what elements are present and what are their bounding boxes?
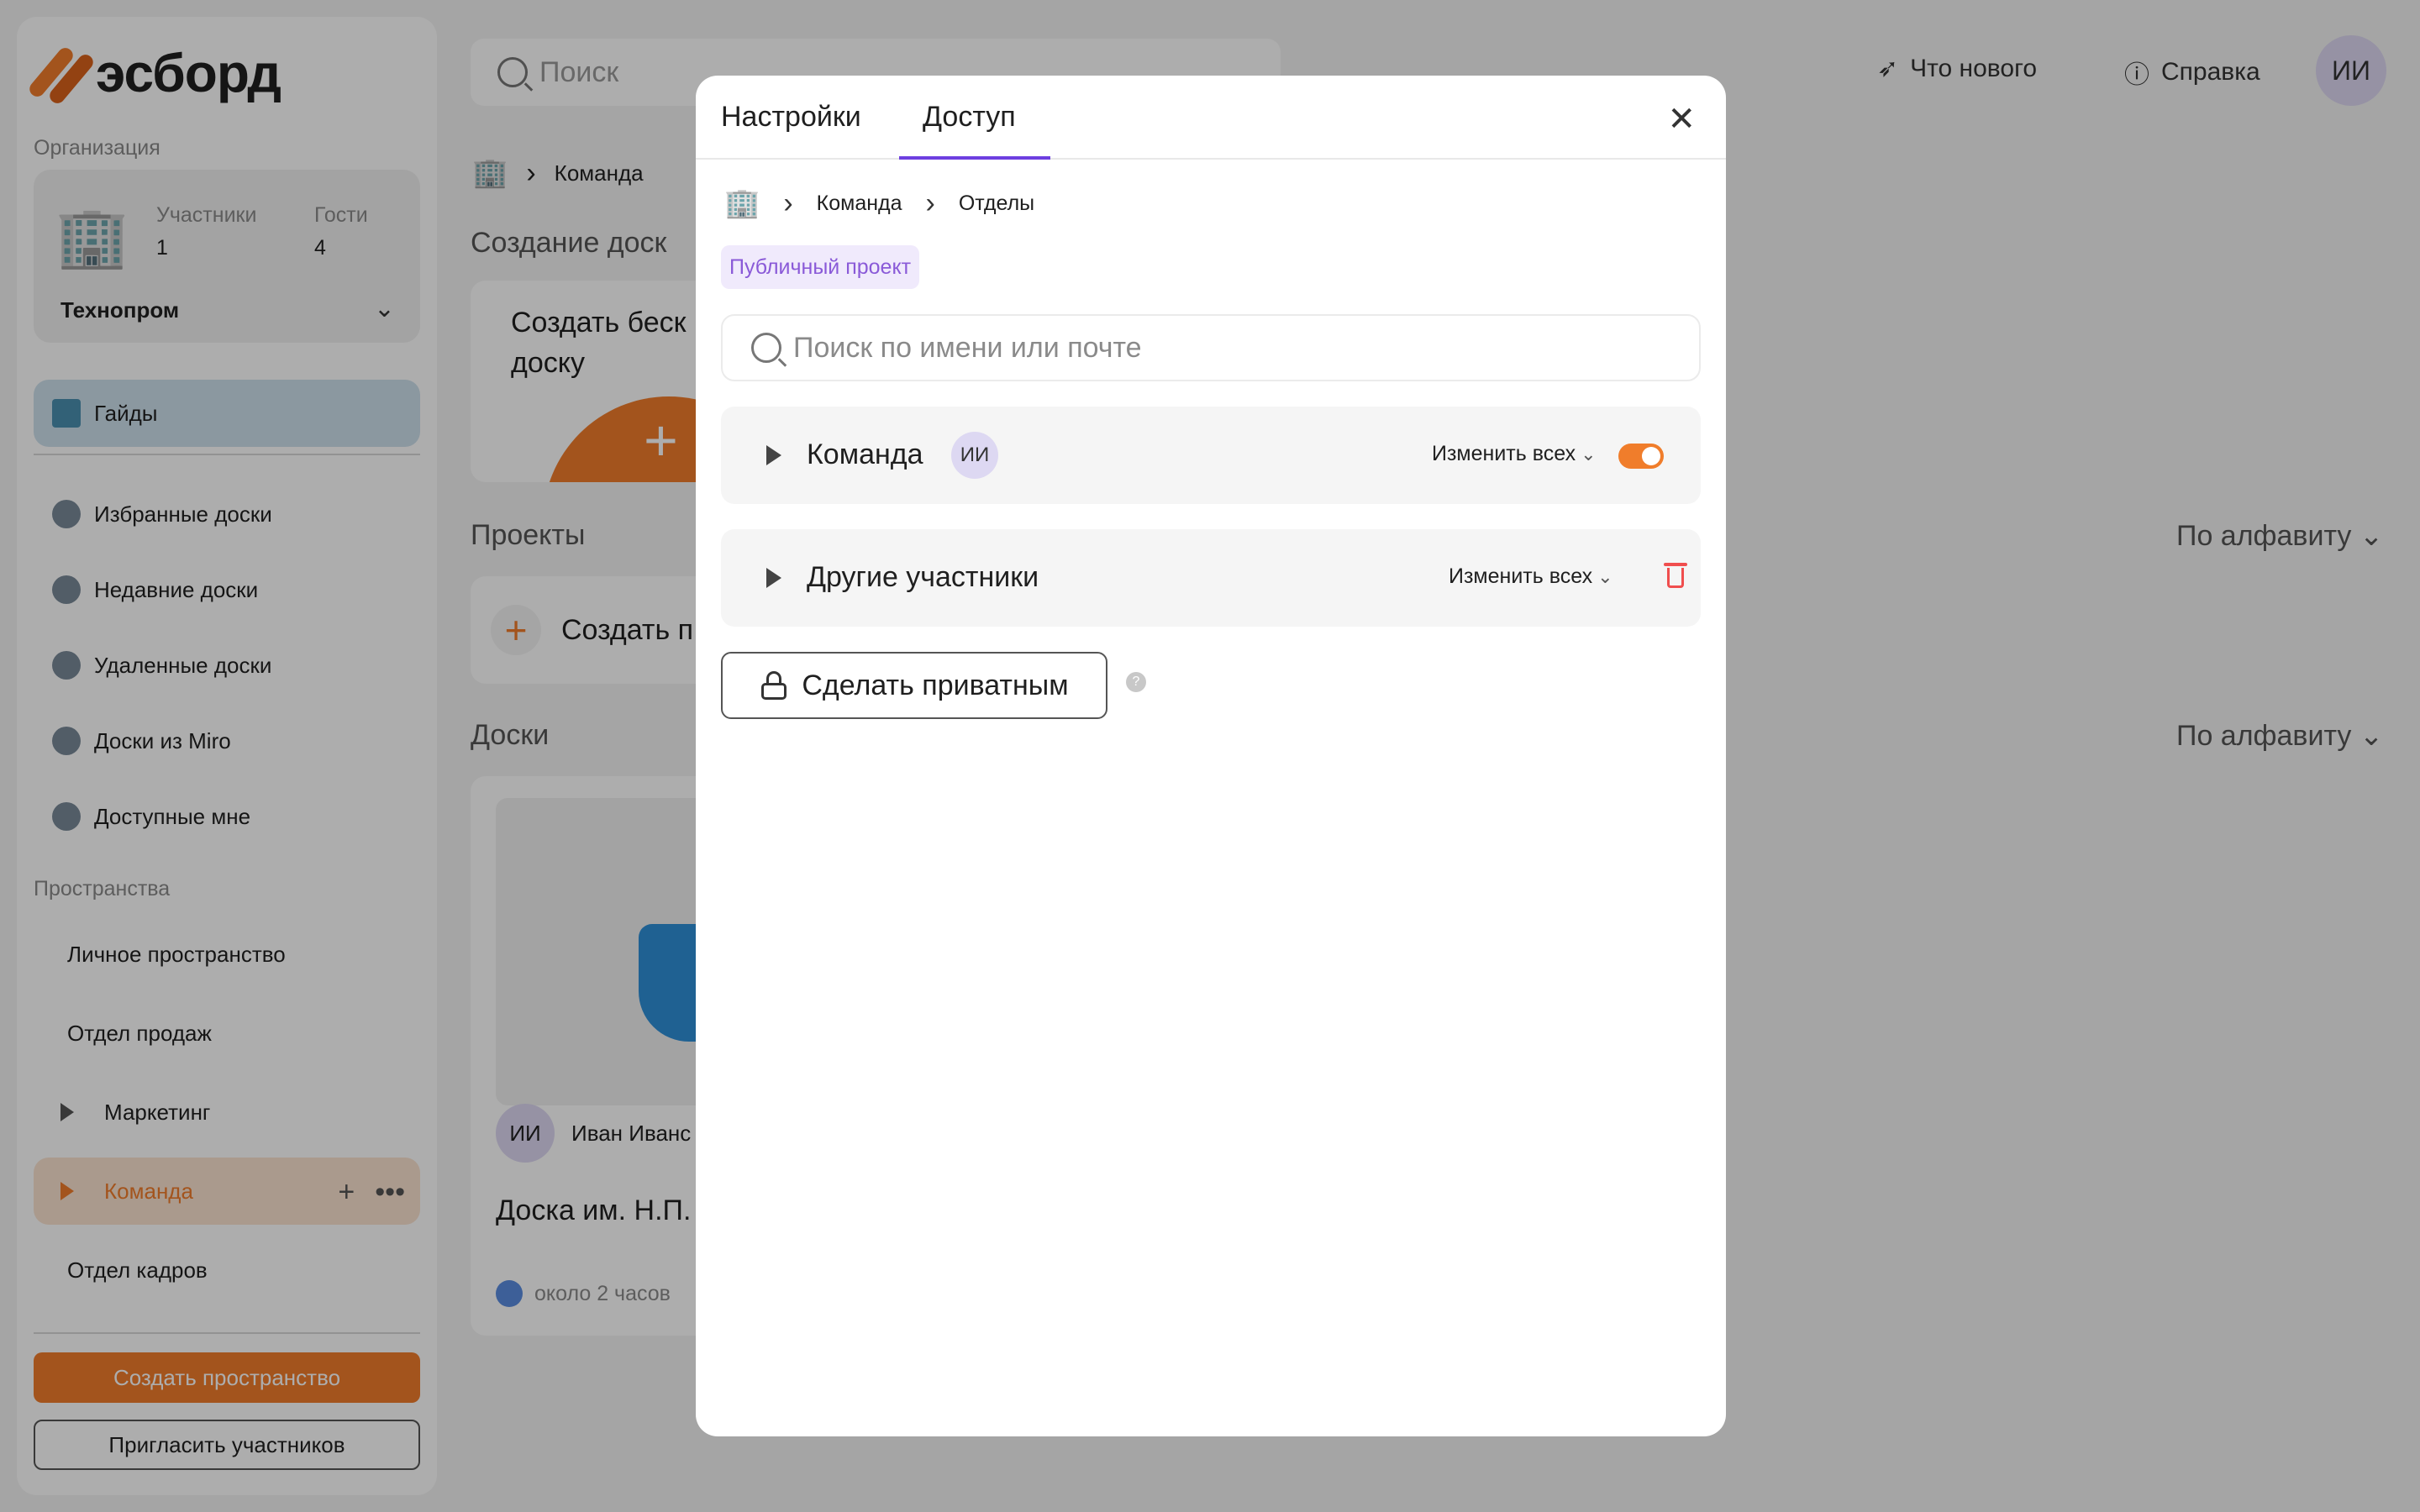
public-project-badge: Публичный проект	[721, 245, 920, 289]
chevron-down-icon: ⌄	[1597, 565, 1613, 587]
help-icon[interactable]: ?	[1126, 672, 1146, 692]
team-access-toggle[interactable]	[1618, 444, 1664, 469]
group-name: Другие участники	[807, 561, 1039, 593]
lock-icon	[760, 671, 788, 700]
breadcrumb-item[interactable]: Команда	[817, 192, 902, 216]
modal-breadcrumb: 🏢 › Команда › Отделы	[724, 186, 1034, 220]
group-row-others[interactable]: Другие участники Изменить всех ⌄	[721, 529, 1701, 627]
group-name: Команда	[807, 438, 923, 470]
member-search-input[interactable]: Поиск по имени или почте	[721, 314, 1701, 381]
make-private-label: Сделать приватным	[802, 669, 1069, 701]
tab-access[interactable]: Доступ	[923, 101, 1016, 134]
change-all-dropdown[interactable]: Изменить всех ⌄	[1432, 442, 1597, 466]
access-modal: Настройки Доступ ✕ 🏢 › Команда › Отделы …	[696, 76, 1726, 1436]
group-avatar: ИИ	[951, 432, 998, 479]
close-icon[interactable]: ✕	[1667, 102, 1696, 136]
chevron-right-icon: ›	[925, 186, 935, 219]
change-all-label: Изменить всех	[1432, 442, 1576, 465]
breadcrumb-current: Отделы	[958, 191, 1035, 215]
change-all-dropdown[interactable]: Изменить всех ⌄	[1449, 564, 1613, 589]
change-all-label: Изменить всех	[1449, 564, 1593, 588]
modal-tabs: Настройки Доступ ✕	[696, 76, 1726, 160]
building-icon[interactable]: 🏢	[724, 186, 760, 220]
trash-icon[interactable]	[1664, 561, 1687, 590]
expand-triangle-icon[interactable]	[766, 568, 781, 588]
chevron-down-icon: ⌄	[1581, 443, 1597, 465]
make-private-button[interactable]: Сделать приватным	[721, 652, 1107, 719]
search-icon	[751, 333, 781, 363]
chevron-right-icon: ›	[783, 186, 793, 219]
tab-settings[interactable]: Настройки	[721, 101, 861, 134]
search-placeholder: Поиск по имени или почте	[793, 331, 1142, 364]
active-tab-indicator	[899, 156, 1050, 160]
group-row-team[interactable]: Команда ИИ Изменить всех ⌄	[721, 407, 1701, 504]
expand-triangle-icon[interactable]	[766, 445, 781, 465]
